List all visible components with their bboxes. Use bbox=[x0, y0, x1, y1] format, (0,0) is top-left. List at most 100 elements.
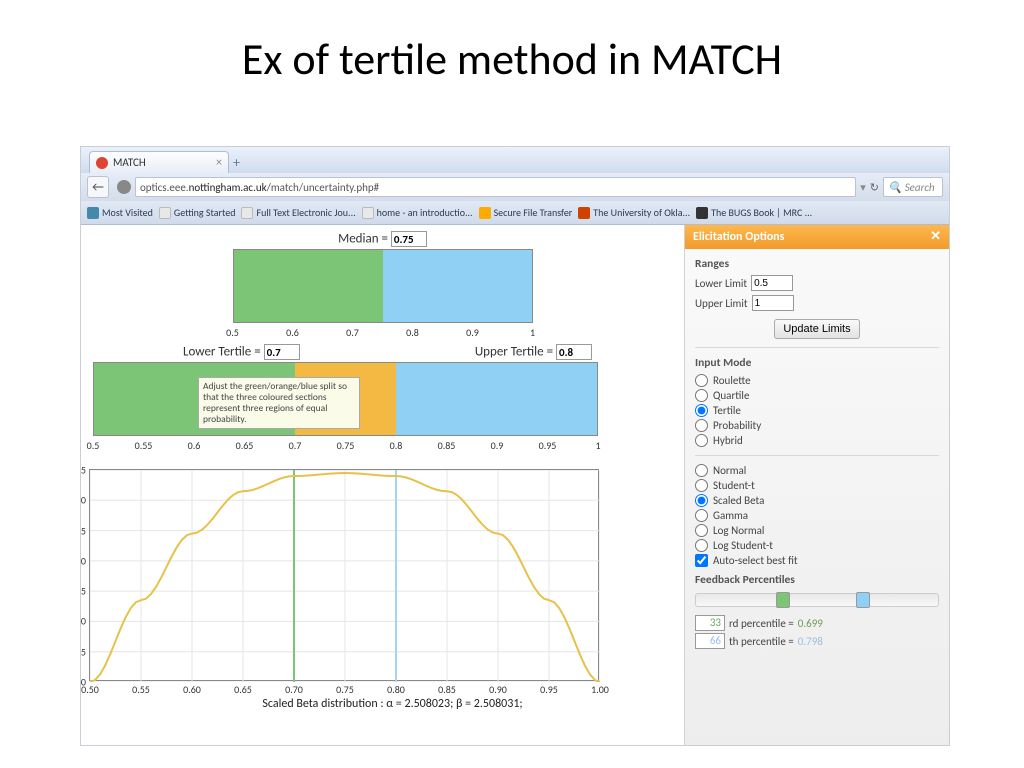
dist-student-t[interactable]: Student-t bbox=[695, 479, 939, 492]
x-tick-label: 0.65 bbox=[234, 683, 252, 696]
radio-input[interactable] bbox=[695, 539, 708, 552]
url-input[interactable]: optics.eee.nottingham.ac.uk/match/uncert… bbox=[135, 177, 856, 197]
browser-window: MATCH × + ← optics.eee.nottingham.ac.uk/… bbox=[80, 146, 950, 746]
address-bar: ← optics.eee.nottingham.ac.uk/match/unce… bbox=[81, 173, 949, 201]
bookmark-bar: Most Visited Getting Started Full Text E… bbox=[81, 201, 949, 225]
slide-title: Ex of tertile method in MATCH bbox=[0, 0, 1024, 94]
radio-input[interactable] bbox=[695, 494, 708, 507]
bookmark-item[interactable]: Secure File Transfer bbox=[479, 206, 573, 219]
reload-button[interactable]: ↻ bbox=[870, 181, 879, 194]
distribution-caption: Scaled Beta distribution : α = 2.508023;… bbox=[109, 697, 676, 711]
percentile-row-1: 33 rd percentile = 0.699 bbox=[695, 615, 939, 631]
median-blue-segment[interactable] bbox=[383, 250, 532, 322]
pct2-suffix: th percentile = bbox=[729, 635, 794, 648]
median-input[interactable] bbox=[391, 231, 427, 247]
lower-tertile-input[interactable] bbox=[264, 344, 300, 360]
lower-limit-input[interactable] bbox=[751, 275, 793, 291]
tertile-tooltip: Adjust the green/orange/blue split so th… bbox=[198, 377, 360, 429]
mode-tertile[interactable]: Tertile bbox=[695, 404, 939, 417]
dist-log-student-t[interactable]: Log Student-t bbox=[695, 539, 939, 552]
dist-normal[interactable]: Normal bbox=[695, 464, 939, 477]
pct1-value: 0.699 bbox=[798, 617, 823, 630]
bookmark-item[interactable]: The BUGS Book | MRC ... bbox=[696, 206, 812, 219]
mode-roulette[interactable]: Roulette bbox=[695, 374, 939, 387]
new-tab-button[interactable]: + bbox=[233, 154, 240, 171]
radio-input[interactable] bbox=[695, 404, 708, 417]
tertile-band[interactable]: Adjust the green/orange/blue split so th… bbox=[93, 362, 598, 436]
upper-tertile-input[interactable] bbox=[556, 344, 592, 360]
mode-hybrid[interactable]: Hybrid bbox=[695, 434, 939, 447]
slider-handle-lower[interactable] bbox=[776, 592, 790, 608]
bookmark-item[interactable]: Getting Started bbox=[159, 206, 236, 219]
bookmark-item[interactable]: The University of Okla... bbox=[578, 206, 690, 219]
median-green-segment[interactable] bbox=[234, 250, 383, 322]
auto-select-fit[interactable]: Auto-select best fit bbox=[695, 554, 939, 567]
y-tick-label: 3.0 bbox=[80, 494, 86, 507]
upper-limit-input[interactable] bbox=[752, 295, 794, 311]
panel-close-icon[interactable]: ✕ bbox=[930, 229, 941, 244]
upper-limit-label: Upper Limit bbox=[695, 297, 748, 310]
pct1-suffix: rd percentile = bbox=[729, 617, 794, 630]
divider bbox=[695, 455, 939, 456]
browser-tab[interactable]: MATCH × bbox=[89, 151, 229, 173]
y-tick-label: 3.5 bbox=[80, 464, 86, 477]
search-icon: 🔍 bbox=[888, 181, 902, 194]
pct2-value: 0.798 bbox=[798, 635, 823, 648]
dist-gamma[interactable]: Gamma bbox=[695, 509, 939, 522]
panel-body: Ranges Lower Limit Upper Limit Update Li… bbox=[685, 249, 949, 659]
site-identity-icon[interactable] bbox=[117, 180, 131, 194]
ranges-title: Ranges bbox=[695, 257, 939, 271]
dist-log-normal[interactable]: Log Normal bbox=[695, 524, 939, 537]
dist-scaled-beta[interactable]: Scaled Beta bbox=[695, 494, 939, 507]
x-tick-label: 0.75 bbox=[336, 683, 354, 696]
divider bbox=[695, 347, 939, 348]
update-limits-button[interactable]: Update Limits bbox=[774, 319, 859, 339]
pct1-input[interactable]: 33 bbox=[695, 615, 725, 631]
slider-handle-upper[interactable] bbox=[856, 592, 870, 608]
radio-input[interactable] bbox=[695, 479, 708, 492]
back-button[interactable]: ← bbox=[87, 176, 109, 198]
search-placeholder: Search bbox=[905, 181, 935, 194]
search-box[interactable]: 🔍 Search bbox=[883, 177, 943, 197]
radio-input[interactable] bbox=[695, 434, 708, 447]
percentile-slider[interactable] bbox=[695, 593, 939, 607]
x-tick-label: 0.95 bbox=[540, 683, 558, 696]
lower-tertile-label: Lower Tertile = bbox=[183, 345, 261, 360]
tertile-axis: 0.50.550.60.650.70.750.80.850.90.951 bbox=[93, 439, 598, 451]
x-tick-label: 0.90 bbox=[489, 683, 507, 696]
radio-input[interactable] bbox=[695, 374, 708, 387]
bookmark-most-visited[interactable]: Most Visited bbox=[87, 206, 153, 219]
radio-input[interactable] bbox=[695, 509, 708, 522]
median-axis: 0.50.60.70.80.91 bbox=[233, 326, 533, 338]
median-label: Median = bbox=[338, 232, 388, 247]
percentile-row-2: 66 th percentile = 0.798 bbox=[695, 633, 939, 649]
upper-tertile-label: Upper Tertile = bbox=[475, 345, 553, 360]
radio-input[interactable] bbox=[695, 419, 708, 432]
chart-svg bbox=[90, 470, 600, 682]
panel-header: Elicitation Options ✕ bbox=[685, 225, 949, 249]
median-row: Median = bbox=[89, 231, 676, 247]
radio-input[interactable] bbox=[695, 464, 708, 477]
page-content: Median = 0.50.60.70.80.91 Lower Tertile … bbox=[81, 225, 949, 745]
checkbox-input[interactable] bbox=[695, 554, 708, 567]
median-band[interactable] bbox=[233, 249, 533, 323]
radio-input[interactable] bbox=[695, 524, 708, 537]
tab-favicon-icon bbox=[96, 157, 108, 169]
dropdown-icon[interactable]: ▾ bbox=[860, 181, 866, 194]
site-icon bbox=[578, 207, 590, 219]
tab-close-icon[interactable]: × bbox=[216, 156, 222, 170]
bookmark-item[interactable]: Full Text Electronic Jou... bbox=[241, 206, 355, 219]
mode-probability[interactable]: Probability bbox=[695, 419, 939, 432]
panel-title: Elicitation Options bbox=[693, 230, 784, 244]
lower-limit-label: Lower Limit bbox=[695, 277, 747, 290]
density-chart: 0.00.51.01.52.02.53.03.50.500.550.600.65… bbox=[89, 469, 599, 681]
main-panel: Median = 0.50.60.70.80.91 Lower Tertile … bbox=[81, 225, 684, 745]
radio-input[interactable] bbox=[695, 389, 708, 402]
tertile-blue-segment[interactable] bbox=[396, 363, 597, 435]
x-tick-label: 0.80 bbox=[387, 683, 405, 696]
mode-quartile[interactable]: Quartile bbox=[695, 389, 939, 402]
page-icon bbox=[241, 207, 253, 219]
y-tick-label: 1.0 bbox=[80, 615, 86, 628]
pct2-input[interactable]: 66 bbox=[695, 633, 725, 649]
bookmark-item[interactable]: home - an introductio... bbox=[362, 206, 473, 219]
